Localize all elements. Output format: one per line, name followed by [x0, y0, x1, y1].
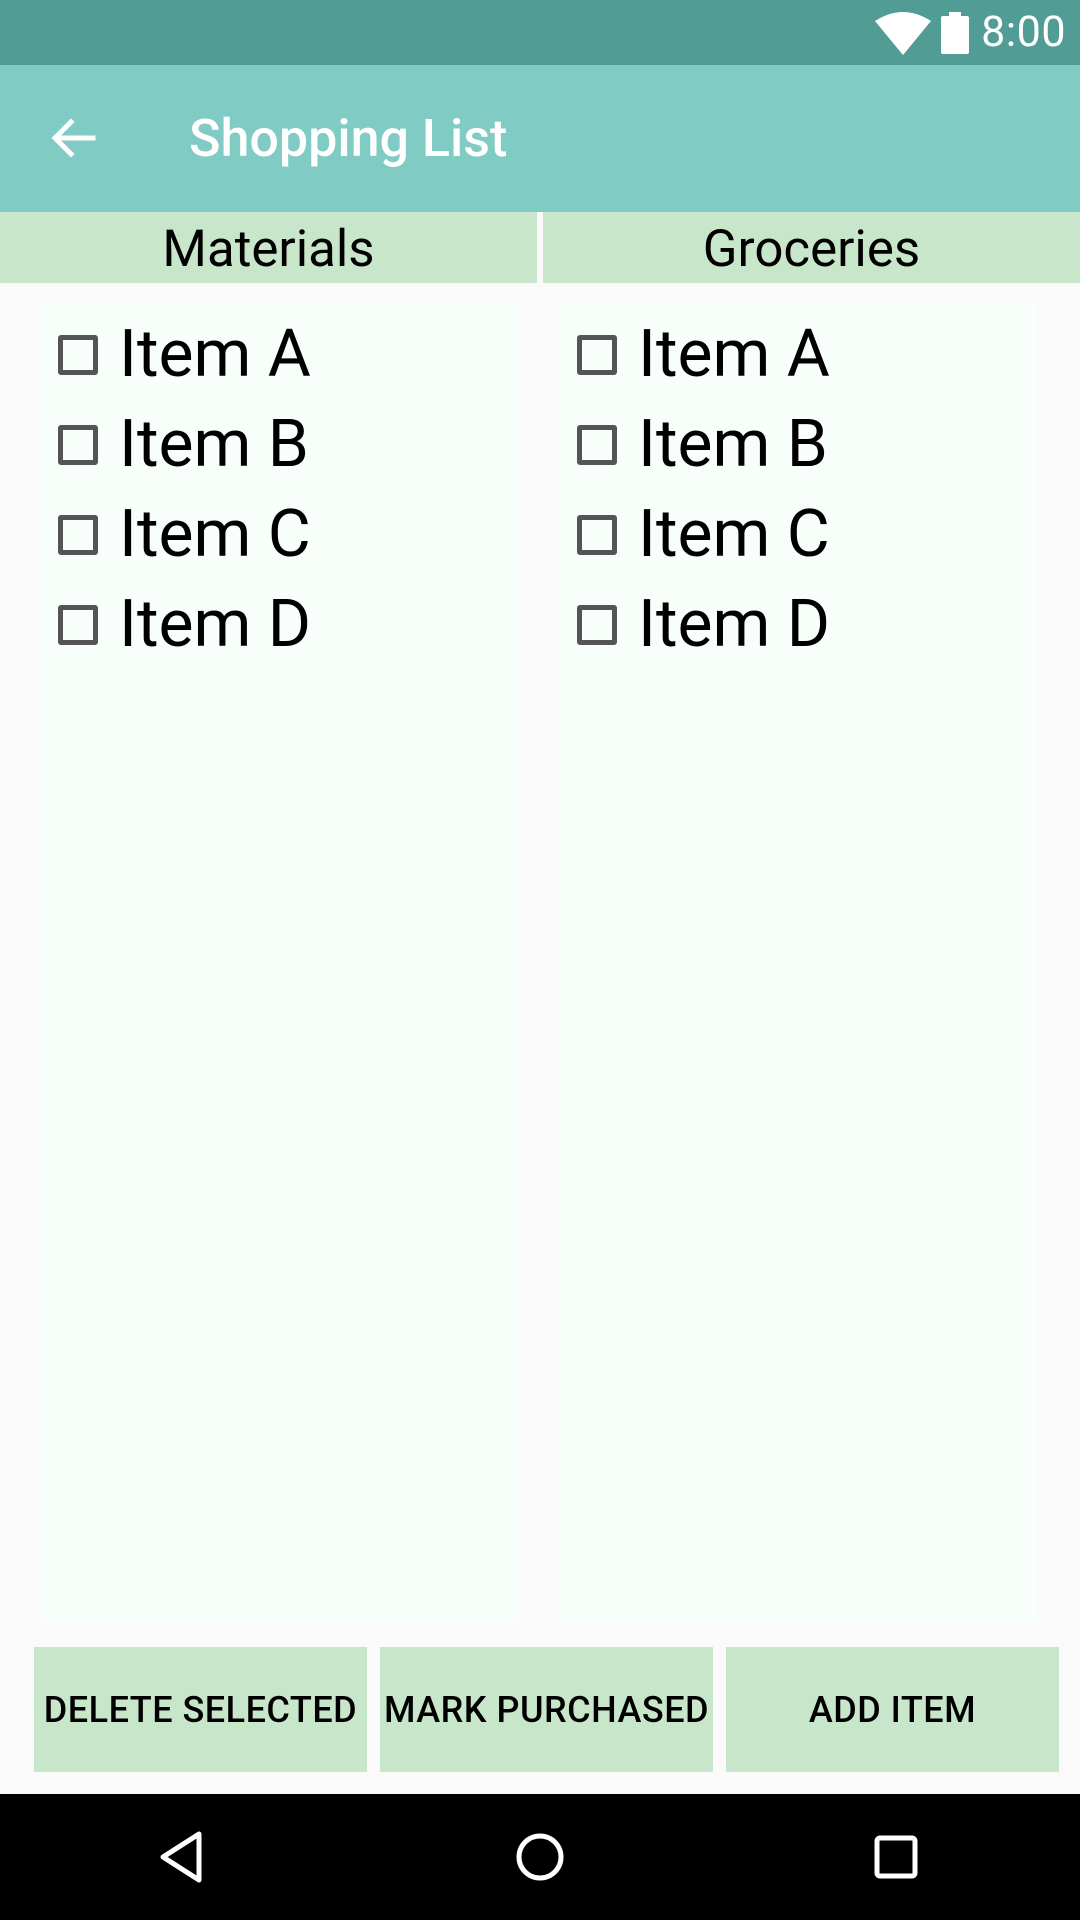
item-label: Item B: [638, 406, 828, 483]
item-label: Item C: [638, 496, 830, 573]
checkbox[interactable]: [577, 605, 617, 645]
battery-icon: [941, 11, 970, 54]
arrow-back-icon: [51, 118, 96, 158]
list-item[interactable]: Item C: [58, 490, 311, 580]
delete-selected-button[interactable]: DELETE SELECTED: [34, 1647, 367, 1772]
nav-recents-icon[interactable]: [863, 1824, 929, 1890]
app-bar: Shopping List: [0, 65, 1080, 212]
checkbox[interactable]: [577, 515, 617, 555]
checkbox[interactable]: [577, 425, 617, 465]
status-time: 8:00: [981, 7, 1066, 57]
list-item[interactable]: Item C: [577, 490, 830, 580]
item-label: Item A: [119, 316, 311, 393]
status-bar: 8:00: [0, 0, 1080, 65]
checkbox[interactable]: [577, 335, 617, 375]
mark-purchased-button[interactable]: MARK PURCHASED: [380, 1647, 713, 1772]
item-label: Item D: [119, 586, 312, 663]
checkbox[interactable]: [58, 605, 98, 645]
list-item[interactable]: Item D: [577, 580, 830, 670]
list-item[interactable]: Item B: [58, 400, 309, 490]
page-title: Shopping List: [189, 108, 508, 169]
nav-back-icon[interactable]: [151, 1824, 217, 1890]
list-item[interactable]: Item B: [577, 400, 828, 490]
wifi-icon: [875, 11, 932, 55]
item-label: Item A: [638, 316, 830, 393]
materials-list: Item A Item B Item C Item D: [41, 303, 519, 1623]
status-icons: 8:00: [875, 0, 1066, 65]
tab-groceries[interactable]: Groceries: [543, 212, 1080, 283]
list-item[interactable]: Item A: [58, 310, 311, 400]
item-label: Item C: [119, 496, 311, 573]
list-item[interactable]: Item A: [577, 310, 830, 400]
list-item[interactable]: Item D: [58, 580, 311, 670]
checkbox[interactable]: [58, 515, 98, 555]
item-label: Item B: [119, 406, 309, 483]
nav-home-icon[interactable]: [507, 1824, 573, 1890]
navigation-bar: [0, 1794, 1080, 1920]
add-item-button[interactable]: ADD ITEM: [726, 1647, 1059, 1772]
groceries-list: Item A Item B Item C Item D: [560, 303, 1038, 1623]
item-label: Item D: [638, 586, 831, 663]
checkbox[interactable]: [58, 335, 98, 375]
checkbox[interactable]: [58, 425, 98, 465]
back-button[interactable]: [40, 105, 106, 171]
tab-materials[interactable]: Materials: [0, 212, 537, 283]
